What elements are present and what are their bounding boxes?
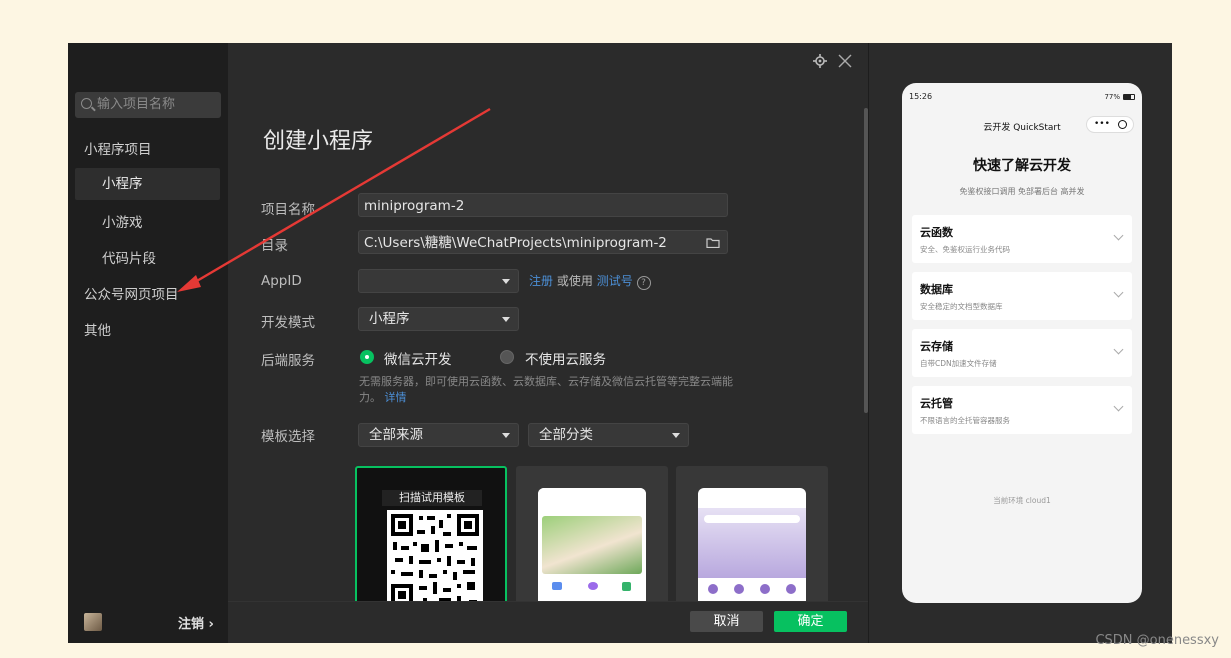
annotation-arrow [177,107,491,292]
watermark: CSDN @onenessxy [1095,633,1219,648]
